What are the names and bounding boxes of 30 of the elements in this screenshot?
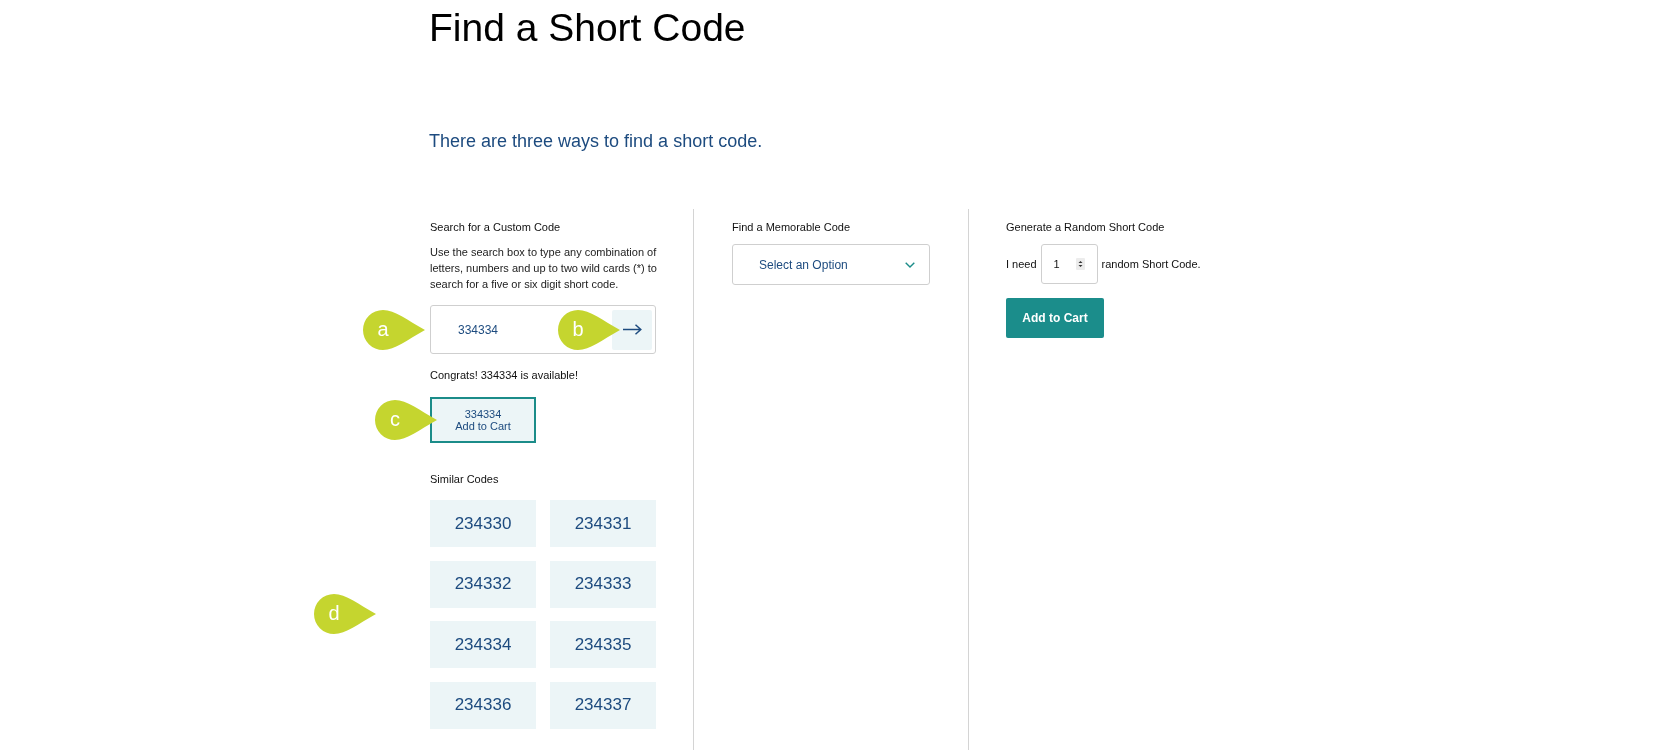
callout-pin: c — [375, 400, 437, 440]
add-code-to-cart-button[interactable]: 334334 Add to Cart — [430, 397, 536, 443]
callout-pin: b — [558, 309, 620, 350]
spinner-arrows-icon[interactable] — [1075, 258, 1085, 270]
section-heading: Find a Memorable Code — [732, 220, 850, 234]
arrow-right-icon — [622, 324, 642, 335]
code-tile-button[interactable]: 234335 — [550, 621, 656, 668]
option-select[interactable]: Select an Option — [732, 244, 930, 285]
callout-pin: a — [363, 309, 425, 350]
quantity-suffix: random Short Code. — [1101, 258, 1201, 270]
code-tile-button[interactable]: 234337 — [550, 681, 656, 729]
code-tile-button[interactable]: 234333 — [550, 560, 656, 608]
section-heading: Generate a Random Short Code — [1006, 220, 1165, 234]
page-title: Find a Short Code — [429, 5, 746, 51]
code-tile-button[interactable]: 234336 — [430, 681, 536, 729]
section-heading: Search for a Custom Code — [430, 220, 561, 234]
section-description: Use the search box to type any combination of letters, numbers and up to two wild cards (*) to search for a five or six digit short code. — [430, 245, 658, 292]
quantity-field[interactable]: 1 — [1040, 244, 1098, 284]
code-tile-button[interactable]: 234332 — [430, 560, 536, 608]
chevron-down-icon — [905, 261, 915, 268]
similar-codes-heading: Similar Codes — [430, 472, 499, 486]
code-tile-button[interactable]: 234334 — [430, 621, 536, 668]
search-submit-button[interactable] — [612, 309, 652, 350]
code-tile-button[interactable]: 234330 — [430, 500, 536, 547]
add-to-cart-button[interactable]: Add to Cart — [1006, 298, 1104, 338]
callout-pin: d — [314, 594, 376, 635]
quantity-prefix: I need — [1006, 258, 1037, 270]
page-subtitle: There are three ways to find a short code. — [429, 130, 763, 152]
code-tile-button[interactable]: 234331 — [550, 500, 656, 547]
availability-message: Congrats! 334334 is available! — [430, 368, 578, 382]
